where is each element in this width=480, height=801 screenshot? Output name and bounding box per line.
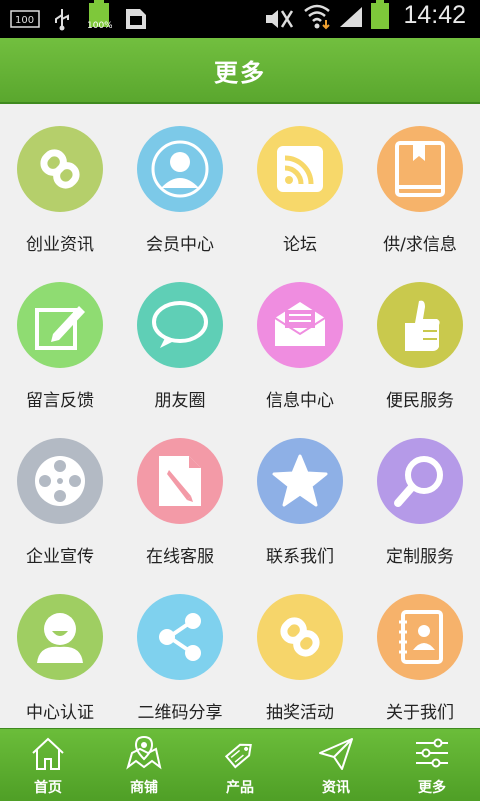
circle bbox=[257, 438, 343, 524]
bottom-nav: 首页 商铺 产品 资讯 更多 bbox=[0, 728, 480, 801]
circle bbox=[257, 282, 343, 368]
home-icon bbox=[32, 737, 64, 770]
circle bbox=[377, 438, 463, 524]
circle bbox=[137, 594, 223, 680]
svg-text:100: 100 bbox=[15, 15, 34, 26]
menu-item-info-center[interactable]: 信息中心 bbox=[240, 260, 360, 416]
status-bar: 100 100% 14:42 bbox=[0, 0, 480, 38]
mute-icon bbox=[264, 8, 294, 30]
map-icon bbox=[126, 735, 162, 770]
circle bbox=[17, 282, 103, 368]
nav-shops[interactable]: 商铺 bbox=[96, 729, 192, 801]
edit-icon bbox=[35, 306, 85, 350]
circle bbox=[137, 438, 223, 524]
star-icon bbox=[272, 454, 328, 507]
user-icon bbox=[151, 140, 209, 198]
tile-label: 关于我们 bbox=[386, 703, 454, 723]
usb-icon bbox=[52, 8, 72, 31]
menu-item-supply-demand[interactable]: 供/求信息 bbox=[360, 104, 480, 260]
circle bbox=[377, 594, 463, 680]
nav-label: 商铺 bbox=[130, 780, 158, 796]
magnifier-icon bbox=[394, 456, 443, 507]
sale-tag-icon bbox=[224, 743, 252, 769]
circle bbox=[17, 594, 103, 680]
tile-label: 在线客服 bbox=[146, 547, 214, 567]
rss-icon bbox=[277, 146, 323, 192]
book-icon bbox=[395, 141, 445, 197]
nav-more[interactable]: 更多 bbox=[384, 729, 480, 801]
tile-label: 联系我们 bbox=[266, 547, 334, 567]
tile-label: 中心认证 bbox=[26, 703, 94, 723]
menu-item-company-promo[interactable]: 企业宣传 bbox=[0, 416, 120, 572]
share-icon bbox=[159, 613, 201, 661]
menu-item-convenience-service[interactable]: 便民服务 bbox=[360, 260, 480, 416]
circle bbox=[137, 126, 223, 212]
tile-label: 留言反馈 bbox=[26, 391, 94, 411]
tile-label: 抽奖活动 bbox=[266, 703, 334, 723]
film-reel-icon bbox=[35, 456, 85, 506]
link-icon bbox=[40, 149, 80, 189]
tile-label: 信息中心 bbox=[266, 391, 334, 411]
nav-label: 资讯 bbox=[322, 780, 350, 796]
menu-item-member-center[interactable]: 会员中心 bbox=[120, 104, 240, 260]
nav-label: 更多 bbox=[418, 780, 446, 796]
settings-sliders-icon bbox=[416, 738, 448, 768]
menu-grid: 创业资讯 会员中心 论坛 供/求信息 留言反馈 朋友圈 信息中心 便民服务 企业… bbox=[0, 104, 480, 728]
wifi-icon bbox=[302, 4, 332, 30]
send-icon bbox=[319, 738, 353, 770]
circle bbox=[257, 126, 343, 212]
thumbs-up-icon bbox=[405, 300, 440, 351]
tile-label: 定制服务 bbox=[386, 547, 454, 567]
chat-bubble-icon bbox=[152, 301, 208, 348]
menu-item-custom-service[interactable]: 定制服务 bbox=[360, 416, 480, 572]
tile-label: 创业资讯 bbox=[26, 235, 94, 255]
tile-label: 论坛 bbox=[283, 235, 317, 255]
nav-news[interactable]: 资讯 bbox=[288, 729, 384, 801]
link-icon bbox=[280, 617, 320, 657]
menu-item-forum[interactable]: 论坛 bbox=[240, 104, 360, 260]
tile-label: 朋友圈 bbox=[154, 391, 206, 411]
nav-home[interactable]: 首页 bbox=[0, 729, 96, 801]
menu-item-qr-share[interactable]: 二维码分享 bbox=[120, 572, 240, 728]
mail-icon bbox=[274, 302, 326, 346]
circle bbox=[257, 594, 343, 680]
nav-products[interactable]: 产品 bbox=[192, 729, 288, 801]
storage-100-icon: 100 bbox=[10, 8, 40, 30]
circle bbox=[137, 282, 223, 368]
page-title: 更多 bbox=[214, 58, 266, 87]
sim-icon bbox=[124, 8, 148, 30]
menu-item-about-us[interactable]: 关于我们 bbox=[360, 572, 480, 728]
menu-item-feedback[interactable]: 留言反馈 bbox=[0, 260, 120, 416]
signal-icon bbox=[338, 6, 364, 28]
battery-icon bbox=[370, 0, 390, 29]
menu-item-lottery[interactable]: 抽奖活动 bbox=[240, 572, 360, 728]
contacts-book-icon bbox=[399, 610, 443, 664]
circle bbox=[377, 126, 463, 212]
tile-label: 会员中心 bbox=[146, 235, 214, 255]
smiley-user-icon bbox=[37, 613, 83, 663]
menu-item-online-support[interactable]: 在线客服 bbox=[120, 416, 240, 572]
circle bbox=[17, 126, 103, 212]
battery-full-icon: 100% bbox=[86, 0, 112, 30]
nav-label: 产品 bbox=[226, 780, 254, 796]
document-pen-icon bbox=[159, 456, 201, 506]
nav-label: 首页 bbox=[34, 780, 62, 796]
circle bbox=[17, 438, 103, 524]
menu-item-center-certification[interactable]: 中心认证 bbox=[0, 572, 120, 728]
tile-label: 企业宣传 bbox=[26, 547, 94, 567]
menu-item-startup-news[interactable]: 创业资讯 bbox=[0, 104, 120, 260]
tile-label: 二维码分享 bbox=[137, 703, 223, 723]
title-bar: 更多 bbox=[0, 38, 480, 104]
tile-label: 便民服务 bbox=[386, 391, 454, 411]
menu-item-friends-circle[interactable]: 朋友圈 bbox=[120, 260, 240, 416]
status-time: 14:42 bbox=[403, 0, 466, 29]
circle bbox=[377, 282, 463, 368]
tile-label: 供/求信息 bbox=[383, 235, 457, 255]
menu-item-contact-us[interactable]: 联系我们 bbox=[240, 416, 360, 572]
battery-small-label: 100% bbox=[87, 21, 112, 30]
